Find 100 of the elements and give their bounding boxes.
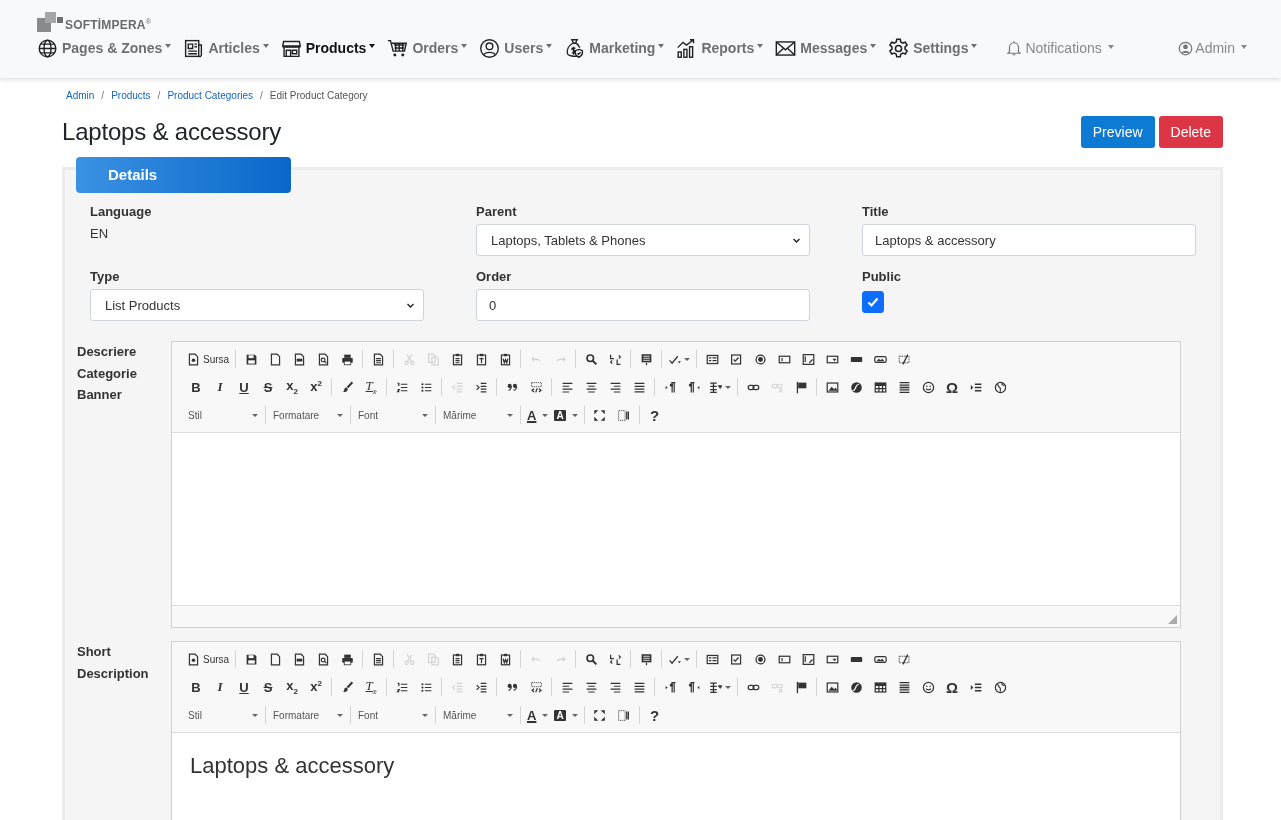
show-blocks-icon: [617, 708, 631, 722]
format-dropdown[interactable]: Font: [354, 403, 432, 427]
caret-icon: [684, 357, 691, 361]
format-dropdown[interactable]: Stil: [184, 703, 262, 727]
nav-menu-item[interactable]: Marketing: [564, 37, 665, 59]
nav-menu-item[interactable]: Settings: [888, 37, 978, 59]
bold-button[interactable]: B: [184, 675, 208, 699]
page-magnifier-icon: [316, 652, 330, 666]
script-button[interactable]: x$_{2}$: [280, 675, 304, 699]
caret-icon: [725, 385, 731, 389]
background-color-button[interactable]: A: [551, 403, 581, 427]
text-color-button[interactable]: A: [524, 703, 552, 727]
flash-icon: [849, 380, 863, 394]
script-button[interactable]: x$^{2}$: [304, 375, 328, 399]
checkbox[interactable]: [862, 291, 884, 313]
page-break-icon: [969, 380, 983, 394]
image-icon: [825, 380, 839, 394]
editor-content-area[interactable]: Laptops & accessory: [172, 732, 1180, 820]
flash-icon: [849, 680, 863, 694]
caret-icon: [507, 713, 513, 717]
nav-menu-item[interactable]: Pages & Zones: [37, 37, 172, 59]
gear-icon: [888, 37, 910, 59]
printer-icon: [340, 352, 354, 366]
format-dropdown[interactable]: Mărime: [439, 703, 517, 727]
smiley-icon: [921, 380, 935, 394]
field-value: EN: [90, 225, 110, 241]
outdent-icon: [450, 380, 464, 394]
format-dropdown[interactable]: Font: [354, 703, 432, 727]
caret-icon: [546, 43, 553, 48]
bullet-list-icon: [419, 380, 433, 394]
breadcrumb-link[interactable]: Products: [111, 89, 151, 101]
italic-button[interactable]: I: [208, 675, 232, 699]
language-icon: [709, 680, 722, 694]
search-icon: [584, 652, 598, 666]
source-button[interactable]: Sursa: [184, 347, 233, 371]
caret-icon: [684, 657, 691, 661]
nav-menu-item[interactable]: Articles: [183, 37, 269, 59]
delete-button[interactable]: Delete: [1158, 116, 1223, 148]
underline-button[interactable]: U: [232, 675, 256, 699]
hidden-field-icon: [897, 352, 911, 366]
input-field[interactable]: 0: [476, 289, 810, 321]
background-color-button[interactable]: A: [551, 703, 581, 727]
help-button[interactable]: ?: [642, 403, 667, 427]
user-circle-icon: [479, 37, 501, 59]
breadcrumb-link[interactable]: Admin: [66, 89, 95, 101]
caret-icon: [337, 713, 343, 717]
strikethrough-button[interactable]: S: [256, 375, 280, 399]
preview-button[interactable]: Preview: [1080, 116, 1155, 148]
special-character-button[interactable]: Ω: [940, 675, 964, 699]
form-icon: [705, 652, 719, 666]
clipboard-text-icon: [474, 652, 488, 666]
nav-menu-item[interactable]: Messages: [775, 37, 877, 59]
resize-grip-icon[interactable]: [1168, 615, 1177, 624]
image-icon: [825, 680, 839, 694]
nav-menu-item[interactable]: Users: [479, 37, 553, 59]
source-document-icon: [187, 652, 200, 666]
caret-icon: [262, 43, 269, 48]
breadcrumb-link[interactable]: Product Categories: [167, 89, 253, 101]
source-button[interactable]: Sursa: [184, 647, 233, 671]
special-character-button[interactable]: Ω: [940, 375, 964, 399]
align-center-icon: [584, 680, 598, 694]
format-dropdown[interactable]: Formatare: [269, 703, 347, 727]
maximize-icon: [593, 708, 607, 722]
caret-icon: [461, 43, 468, 48]
details-tab[interactable]: Details: [76, 157, 291, 193]
caret-icon: [658, 43, 665, 48]
nav-menu-item[interactable]: Products: [280, 37, 376, 59]
newspaper-icon: [183, 37, 205, 59]
numbered-list-icon: [395, 380, 409, 394]
right-to-left-icon: [687, 680, 701, 694]
text-color-button[interactable]: A: [524, 403, 552, 427]
italic-button[interactable]: I: [208, 375, 232, 399]
nav-menu-item[interactable]: Orders: [387, 37, 468, 59]
clear-format-button[interactable]: T$_{x}$: [359, 375, 383, 399]
copy-pages-icon: [426, 652, 440, 666]
clear-format-button[interactable]: T$_{x}$: [359, 675, 383, 699]
div-container-icon: [529, 680, 543, 694]
field-label: Order: [476, 269, 513, 286]
clipboard-document-icon: [498, 652, 512, 666]
clipboard-document-icon: [498, 352, 512, 366]
format-dropdown[interactable]: Mărime: [439, 403, 517, 427]
underline-button[interactable]: U: [232, 375, 256, 399]
select-field[interactable]: Laptops, Tablets & Phones: [476, 224, 810, 256]
script-button[interactable]: x$_{2}$: [280, 375, 304, 399]
align-right-icon: [608, 680, 622, 694]
field-label: Title: [862, 204, 890, 221]
format-dropdown[interactable]: Stil: [184, 403, 262, 427]
breadcrumb-separator: /: [101, 89, 105, 101]
nav-menu-item[interactable]: Reports: [676, 37, 764, 59]
caret-icon: [422, 413, 428, 417]
select-field[interactable]: List Products: [90, 289, 424, 321]
help-button[interactable]: ?: [642, 703, 667, 727]
copy-pages-icon: [426, 352, 440, 366]
language-icon: [709, 380, 722, 394]
caret-icon: [571, 413, 578, 417]
strikethrough-button[interactable]: S: [256, 675, 280, 699]
format-dropdown[interactable]: Formatare: [269, 403, 347, 427]
bold-button[interactable]: B: [184, 375, 208, 399]
input-field[interactable]: Laptops & accessory: [862, 224, 1196, 256]
script-button[interactable]: x$^{2}$: [304, 675, 328, 699]
